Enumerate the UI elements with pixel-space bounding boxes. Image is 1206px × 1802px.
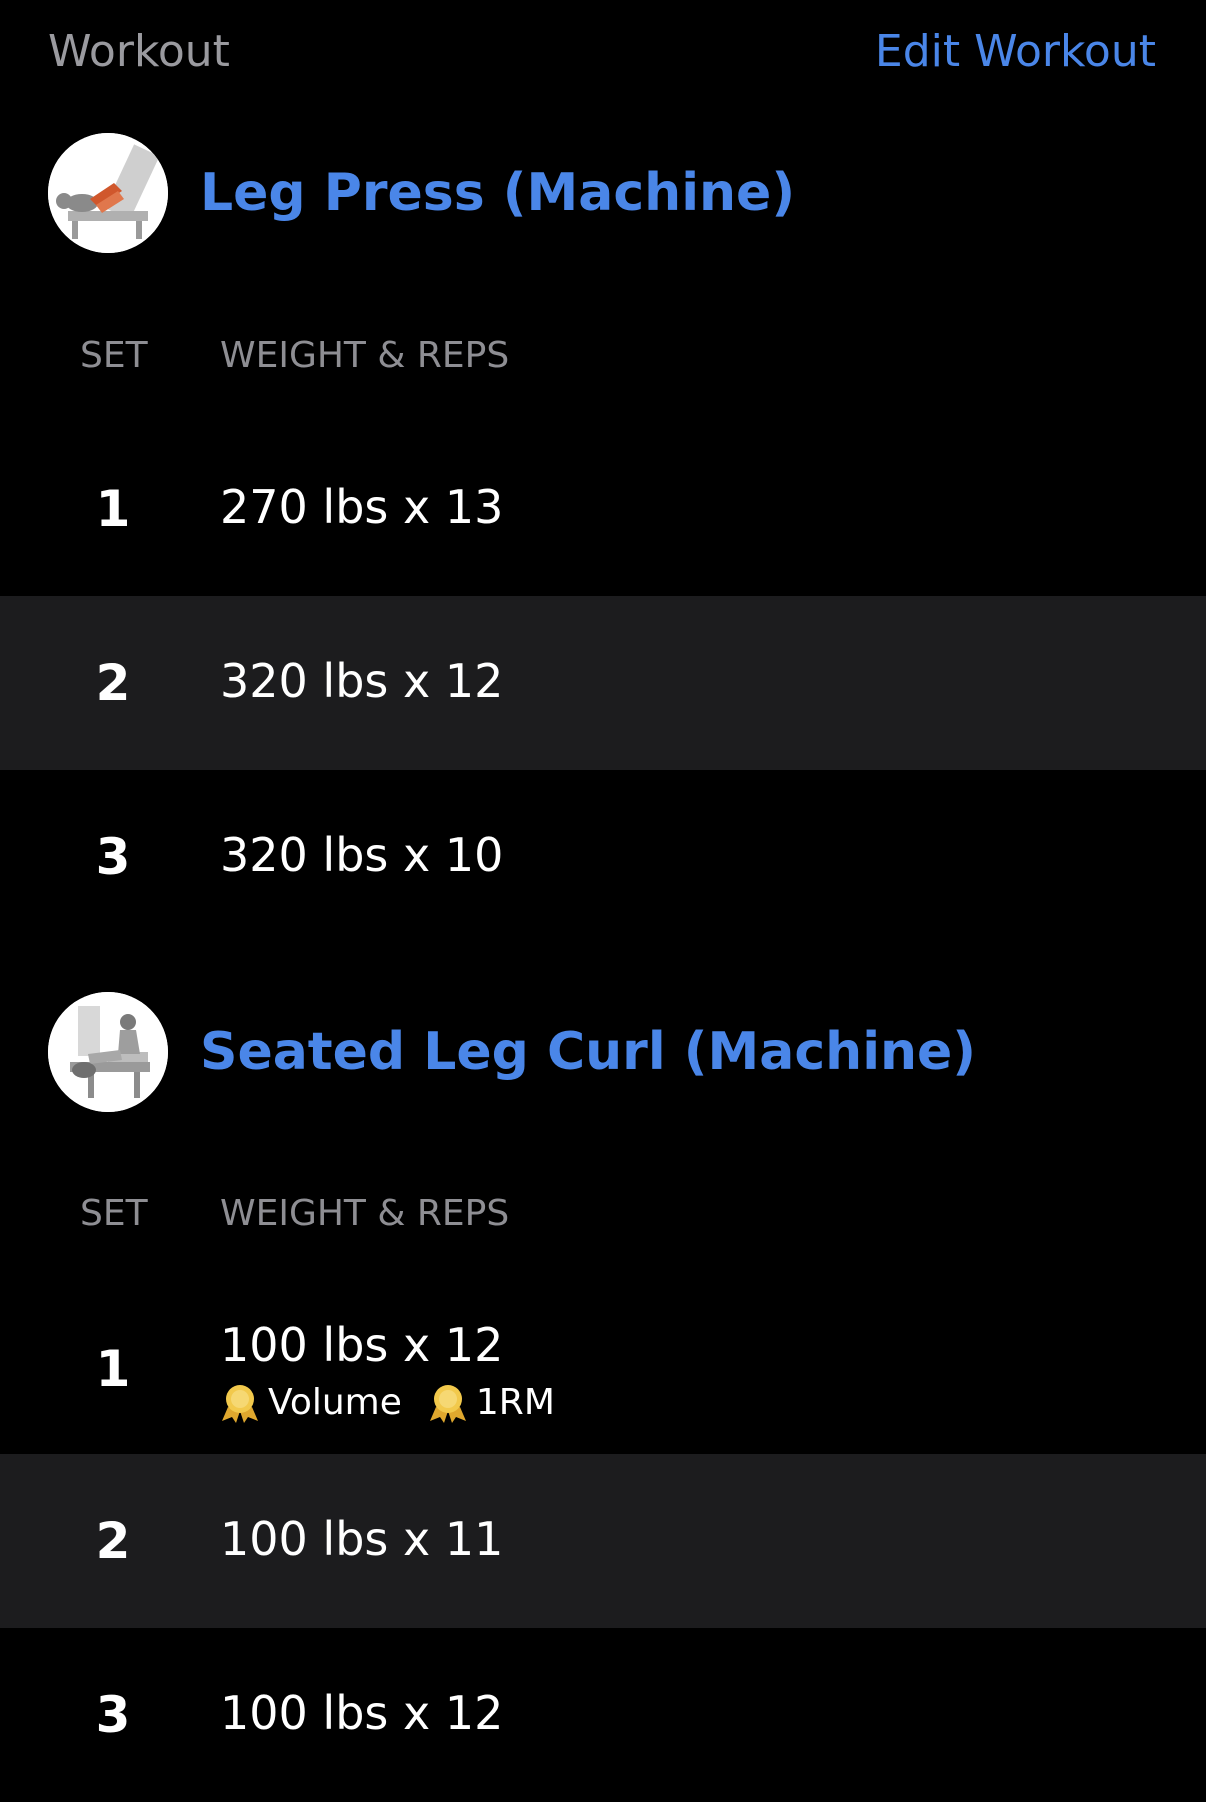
badge-label: Volume xyxy=(268,1382,402,1423)
set-column-header: SET xyxy=(80,335,148,376)
set-row: 3 100 lbs x 12 xyxy=(0,1628,1206,1802)
top-bar: Workout Edit Workout xyxy=(0,0,1206,110)
exercise-name-link[interactable]: Seated Leg Curl (Machine) xyxy=(200,1022,976,1082)
set-number: 3 xyxy=(95,1686,131,1744)
set-weight-reps: 100 lbs x 12 xyxy=(220,1686,504,1740)
personal-record-badges: Volume 1RM xyxy=(220,1382,581,1423)
set-weight-reps: 320 lbs x 12 xyxy=(220,654,504,708)
pr-badge-1rm: 1RM xyxy=(428,1382,555,1423)
set-row: 2 100 lbs x 11 xyxy=(0,1454,1206,1628)
leg-press-thumbnail-icon[interactable] xyxy=(48,133,168,253)
set-number: 1 xyxy=(95,1340,131,1398)
edit-workout-button[interactable]: Edit Workout xyxy=(875,26,1156,77)
set-number: 1 xyxy=(95,480,131,538)
set-column-header: SET xyxy=(80,1193,148,1234)
set-row: 1 100 lbs x 12 Volume 1RM xyxy=(0,1280,1206,1454)
set-weight-reps: 100 lbs x 11 xyxy=(220,1512,504,1566)
exercise-header: Seated Leg Curl (Machine) xyxy=(48,992,976,1112)
seated-leg-curl-thumbnail-icon[interactable] xyxy=(48,992,168,1112)
page-title: Workout xyxy=(48,26,230,77)
weight-reps-column-header: WEIGHT & REPS xyxy=(220,1193,510,1234)
set-row: 3 320 lbs x 10 xyxy=(0,770,1206,944)
set-weight-reps: 270 lbs x 13 xyxy=(220,480,504,534)
column-headers: SET WEIGHT & REPS xyxy=(0,325,1206,385)
set-row: 2 320 lbs x 12 xyxy=(0,596,1206,770)
set-weight-reps: 100 lbs x 12 xyxy=(220,1318,504,1372)
exercise-header: Leg Press (Machine) xyxy=(48,133,795,253)
badge-label: 1RM xyxy=(475,1382,555,1423)
exercise-name-link[interactable]: Leg Press (Machine) xyxy=(200,163,795,223)
medal-icon xyxy=(429,1384,466,1423)
set-number: 2 xyxy=(95,1512,131,1570)
column-headers: SET WEIGHT & REPS xyxy=(0,1183,1206,1243)
set-number: 2 xyxy=(95,654,131,712)
set-row: 1 270 lbs x 13 xyxy=(0,422,1206,596)
pr-badge-volume: Volume xyxy=(220,1382,402,1423)
weight-reps-column-header: WEIGHT & REPS xyxy=(220,335,510,376)
medal-icon xyxy=(222,1384,258,1423)
set-weight-reps: 320 lbs x 10 xyxy=(220,828,504,882)
set-number: 3 xyxy=(95,828,131,886)
